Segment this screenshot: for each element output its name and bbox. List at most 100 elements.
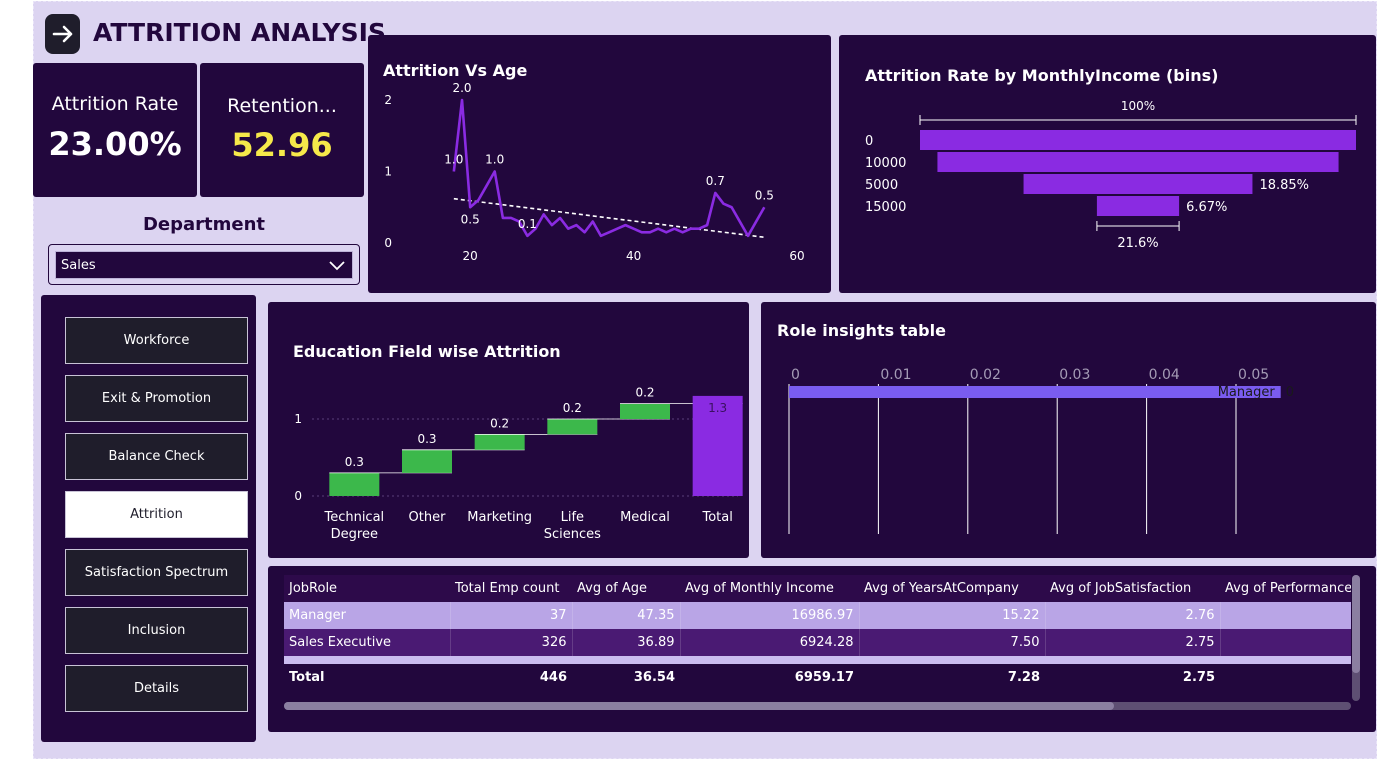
- nav-button-workforce[interactable]: Workforce: [65, 317, 248, 364]
- jobrole-table-wrapper: JobRole Total Emp count Avg of Age Avg of M…: [284, 575, 1351, 701]
- waterfall-data-label: 0.2: [563, 401, 582, 415]
- waterfall-bar: [474, 434, 525, 450]
- income-chart-panel: Attrition Rate by MonthlyIncome (bins) 1…: [839, 35, 1376, 293]
- role-chart-panel: Role insights table 0 0.01 0.02 0.03 0.04 0.0…: [761, 302, 1376, 558]
- funnel-bar: [920, 130, 1356, 150]
- waterfall-bar: [620, 403, 670, 419]
- x-tick-label: 20: [463, 249, 478, 263]
- back-button[interactable]: [45, 14, 80, 54]
- column-header-total-emp-count[interactable]: Total Emp count: [450, 575, 572, 602]
- table-total-row: Total 446 36.54 6959.17 7.28 2.75: [284, 664, 1351, 691]
- income-funnel-chart: 100% 0 10000 5000 18.85% 15000 6.67% 21.6%: [865, 99, 1357, 251]
- department-label: Department: [142, 214, 266, 235]
- x-category-label: Life: [561, 510, 584, 525]
- x-tick-label: 0.03: [1059, 367, 1090, 383]
- kpi-attrition-label: Attrition Rate: [51, 93, 179, 115]
- waterfall-bar: [547, 419, 598, 435]
- waterfall-bar: [402, 449, 452, 473]
- total-cell: 6959.17: [794, 670, 854, 685]
- x-tick-label: 0.04: [1149, 367, 1180, 383]
- y-tick-label: 1: [384, 165, 392, 179]
- data-label: 1.0: [485, 153, 504, 167]
- kpi-retention-value: 52.96: [231, 126, 333, 164]
- role-bar-category-label: Manager: [1218, 385, 1276, 400]
- funnel-bar-label: 18.85%: [1259, 178, 1309, 193]
- nav-button-exit-promotion[interactable]: Exit & Promotion: [65, 375, 248, 422]
- data-label: 2.0: [452, 81, 471, 95]
- role-bar-chart: 0 0.01 0.02 0.03 0.04 0.05 Manager 0: [788, 367, 1294, 534]
- education-chart-panel: Education Field wise Attrition 0 1 0.3 Tech…: [268, 302, 749, 558]
- age-line-chart: 0 1 2 20 40 60 1.0 2.0 0.5 1.0 0.1 0.7 0.5: [384, 81, 804, 263]
- department-dropdown[interactable]: Sales: [55, 251, 353, 279]
- nav-button-inclusion[interactable]: Inclusion: [65, 607, 248, 654]
- page-title: ATTRITION ANALYSIS: [93, 18, 386, 47]
- funnel-category-label: 15000: [865, 200, 906, 215]
- jobrole-table-panel: JobRole Total Emp count Avg of Age Avg of M…: [268, 566, 1376, 732]
- nav-button-balance-check[interactable]: Balance Check: [65, 433, 248, 480]
- nav-button-attrition[interactable]: Attrition: [65, 491, 248, 538]
- total-cell: 7.28: [1007, 670, 1040, 685]
- data-label: 0.1: [518, 217, 537, 231]
- total-cell: Total: [289, 670, 325, 685]
- education-waterfall-chart: 0 1 0.3 Technical Degree 0.3 Other 0.2 Marketing…: [294, 386, 743, 542]
- funnel-bar: [1023, 174, 1253, 194]
- x-category-label: Technical: [323, 510, 384, 525]
- waterfall-data-label: 0.3: [417, 432, 436, 446]
- funnel-bar: [937, 152, 1339, 172]
- table-row[interactable]: Manager 37 47.35 16986.97 15.22 2.76: [284, 602, 1351, 629]
- table-row[interactable]: Sales Executive 326 36.89 6924.28 7.50 2.75: [284, 629, 1351, 656]
- column-header-avg-of-monthly-income[interactable]: Avg of Monthly Income: [680, 575, 859, 602]
- waterfall-data-label: 1.3: [708, 401, 727, 415]
- attrition-age-line: [452, 98, 766, 238]
- column-header-avg-of-jobsatisfaction[interactable]: Avg of JobSatisfaction: [1045, 575, 1220, 602]
- funnel-bar: [1096, 196, 1180, 216]
- column-header-avg-of-age[interactable]: Avg of Age: [572, 575, 680, 602]
- waterfall-bar: [329, 472, 380, 496]
- data-label: 0.5: [461, 212, 480, 226]
- waterfall-data-label: 0.2: [635, 386, 654, 400]
- y-tick-label: 0: [384, 236, 392, 250]
- vertical-scrollbar[interactable]: [1352, 575, 1360, 701]
- data-label: 0.7: [706, 174, 725, 188]
- kpi-retention-label: Retention...: [227, 95, 337, 117]
- table-cell: Sales Executive: [284, 629, 451, 656]
- column-header-jobrole[interactable]: JobRole: [284, 575, 450, 602]
- table-cell: 2.75: [1045, 629, 1221, 656]
- nav-button-satisfaction-spectrum[interactable]: Satisfaction Spectrum: [65, 549, 248, 596]
- funnel-category-label: 0: [865, 134, 873, 149]
- x-tick-label: 0: [791, 367, 800, 383]
- table-cell: Manager: [284, 602, 451, 629]
- kpi-attrition-card: Attrition Rate 23.00%: [33, 63, 197, 197]
- x-tick-label: 0.05: [1238, 367, 1269, 383]
- x-category-label: Sciences: [544, 527, 601, 542]
- table-row-separator: [284, 656, 1351, 664]
- age-chart-panel: Attrition Vs Age 0 1 2 20 40 60 1.0 2.0 0.5 1.0 0.…: [368, 35, 831, 293]
- table-header-row: JobRole Total Emp count Avg of Age Avg of M…: [284, 575, 1351, 602]
- column-header-avg-of-yearsatcompany[interactable]: Avg of YearsAtCompany: [859, 575, 1045, 602]
- chevron-down-icon: [329, 261, 345, 271]
- funnel-bar-label: 6.67%: [1186, 200, 1227, 215]
- x-tick-label: 40: [626, 249, 641, 263]
- table-cell: 7.50: [859, 629, 1046, 656]
- table-cell: 47.35: [572, 602, 681, 629]
- column-header-avg-of-performance[interactable]: Avg of Performance: [1220, 575, 1351, 602]
- y-tick-label: 2: [384, 93, 392, 107]
- vertical-scrollbar-thumb[interactable]: [1352, 575, 1360, 673]
- table-cell: 2.76: [1045, 602, 1221, 629]
- table-cell: 36.89: [572, 629, 681, 656]
- table-cell: 15.22: [859, 602, 1046, 629]
- data-label: 0.5: [755, 188, 774, 202]
- table-cell: [1220, 602, 1351, 629]
- x-category-label: Degree: [331, 527, 378, 542]
- horizontal-scrollbar-thumb[interactable]: [284, 702, 1114, 710]
- table-cell: 6924.28: [680, 629, 860, 656]
- x-tick-label: 0.02: [970, 367, 1001, 383]
- y-tick-label: 1: [294, 412, 302, 426]
- x-category-label: Other: [409, 510, 447, 525]
- department-slicer: Sales: [48, 244, 360, 285]
- x-tick-label: 0.01: [880, 367, 911, 383]
- horizontal-scrollbar[interactable]: [284, 702, 1351, 710]
- x-category-label: Medical: [620, 510, 670, 525]
- nav-button-details[interactable]: Details: [65, 665, 248, 712]
- x-tick-label: 60: [789, 249, 804, 263]
